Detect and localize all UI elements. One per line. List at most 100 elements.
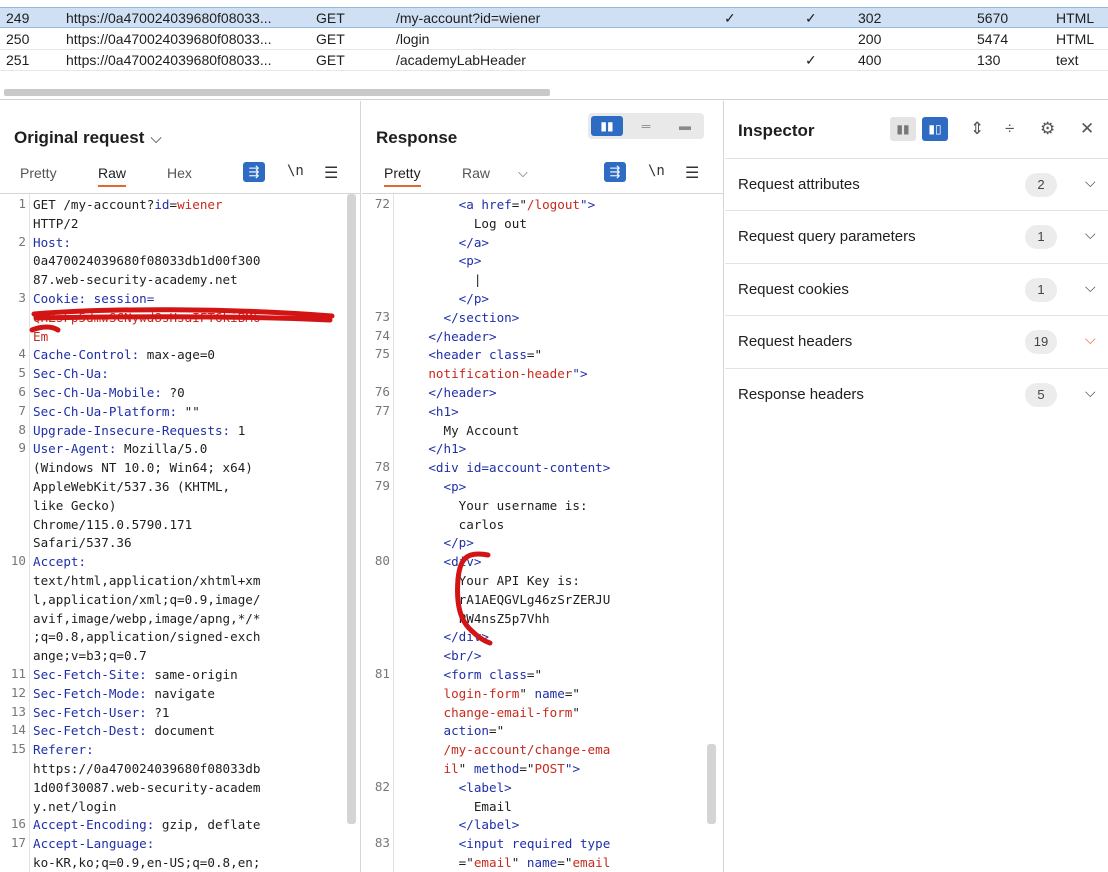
newline-icon[interactable]: \n <box>287 163 304 179</box>
code-line: Sec-Fetch-Dest: document <box>33 723 215 739</box>
section-label: Response headers <box>738 385 864 403</box>
line-number: 17 <box>10 835 26 851</box>
line-number: 81 <box>374 666 390 681</box>
cell-edited: ✓ <box>724 10 736 26</box>
cell-url: /my-account?id=wiener <box>396 10 541 26</box>
inspector-pane: Inspector ▮▮ ▮▯ ⇕ ÷ ⚙ ✕ Request attribut… <box>725 101 1108 872</box>
code-line: Accept-Encoding: gzip, deflate <box>33 817 261 833</box>
code-line: </section> <box>398 309 520 325</box>
table-row[interactable]: 249 https://0a470024039680f08033... GET/my… <box>0 7 1108 28</box>
code-line: <div id=account-content> <box>398 460 611 476</box>
code-line: | <box>398 272 482 288</box>
request-scrollbar[interactable] <box>347 194 356 824</box>
code-line: 87.web-security-academy.net <box>33 272 238 288</box>
inspector-section-response-headers[interactable]: Response headers 5 ⌵ <box>725 367 1108 420</box>
section-label: Request cookies <box>738 280 849 298</box>
inspector-title: Inspector <box>738 121 815 140</box>
chevron-down-icon[interactable]: ⌵ <box>1085 279 1096 296</box>
layout-toggle: ▮▮ ═ ▬ <box>588 113 704 139</box>
single-layout-icon[interactable]: ▬ <box>669 116 701 136</box>
horizontal-layout-icon[interactable]: ═ <box>630 116 662 136</box>
code-line: <a href="/logout"> <box>398 197 596 212</box>
tab-raw[interactable]: Raw <box>462 165 490 181</box>
menu-icon[interactable]: ☰ <box>324 163 338 183</box>
inspector-section-request-cookies[interactable]: Request cookies 1 ⌵ <box>725 262 1108 315</box>
cell-url: /login <box>396 30 430 47</box>
code-line: HTTP/2 <box>33 215 79 231</box>
menu-icon[interactable]: ☰ <box>685 163 699 183</box>
tab-raw[interactable]: Raw <box>98 165 127 187</box>
split-layout-icon[interactable]: ▮▮ <box>591 116 623 136</box>
cell-method: GET <box>316 10 345 26</box>
response-pane: Response ▮▮ ═ ▬ Pretty Raw ⌵ ⇶ \n ☰ 72 <… <box>362 101 724 872</box>
line-number: 78 <box>374 459 390 475</box>
line-number: 4 <box>18 346 26 362</box>
chevron-down-icon[interactable]: ⌵ <box>1085 226 1096 243</box>
tab-hex[interactable]: Hex <box>167 165 192 181</box>
code-line: Sec-Ch-Ua: <box>33 366 109 382</box>
code-line: il" method="POST"> <box>398 761 581 776</box>
response-editor[interactable]: 72 <a href="/logout"> Log out </a> <p> |… <box>362 193 723 872</box>
code-line: y.net/login <box>33 798 117 814</box>
expand-icon[interactable]: ⇕ <box>970 119 984 139</box>
inspector-section-request-attributes[interactable]: Request attributes 2 ⌵ <box>725 158 1108 210</box>
redaction-mark <box>29 307 335 333</box>
line-number: 3 <box>18 290 26 305</box>
line-number: 6 <box>18 384 26 399</box>
code-line: <br/> <box>398 648 482 664</box>
inspector-section-request-headers[interactable]: Request headers 19 ⌵ <box>725 315 1108 367</box>
code-line: AppleWebKit/537.36 (KHTML, <box>33 479 231 494</box>
chevron-down-icon[interactable]: ⌵ <box>1085 384 1096 401</box>
chevron-down-icon[interactable]: ⌵ <box>1085 174 1096 191</box>
code-line: ange;v=b3;q=0.7 <box>33 648 147 664</box>
code-line: Sec-Ch-Ua-Platform: "" <box>33 403 200 419</box>
response-scrollbar[interactable] <box>707 744 716 824</box>
code-line: <label> <box>398 779 512 795</box>
panel-layout-icon[interactable]: ▮▯ <box>922 117 948 141</box>
request-pane-title[interactable]: Original request ⌵ <box>14 128 162 148</box>
chevron-down-icon[interactable]: ⌵ <box>1085 331 1096 348</box>
line-number: 8 <box>18 421 26 437</box>
wrap-icon[interactable]: ⇶ <box>243 162 265 182</box>
code-line: 0a470024039680f08033db1d00f300 <box>33 253 261 269</box>
chevron-down-icon[interactable]: ⌵ <box>518 165 528 181</box>
line-number: 76 <box>374 384 390 399</box>
code-line: <p> <box>398 253 482 269</box>
line-number: 80 <box>374 553 390 569</box>
line-number: 75 <box>374 346 390 362</box>
code-line: Cache-Control: max-age=0 <box>33 347 215 363</box>
code-line: ;q=0.8,application/signed-exch <box>33 629 261 645</box>
code-line: </p> <box>398 291 489 306</box>
line-number: 12 <box>10 684 26 700</box>
line-number: 7 <box>18 402 26 418</box>
horizontal-scrollbar[interactable] <box>4 89 550 96</box>
newline-icon[interactable]: \n <box>648 163 665 179</box>
code-line: Sec-Fetch-Site: same-origin <box>33 667 238 682</box>
request-editor[interactable]: 1 GET /my-account?id=wiener HTTP/2 2 Host: 0a… <box>0 193 360 872</box>
code-line: GET /my-account?id=wiener <box>33 197 223 212</box>
count-badge: 1 <box>1025 277 1057 302</box>
code-line: Sec-Ch-Ua-Mobile: ?0 <box>33 385 185 400</box>
code-line: </header> <box>398 328 497 344</box>
code-line: </label> <box>398 817 520 833</box>
inspector-section-request-query-parameters[interactable]: Request query parameters 1 ⌵ <box>725 210 1108 262</box>
code-line: avif,image/webp,image/apng,*/* <box>33 610 261 626</box>
tab-pretty[interactable]: Pretty <box>20 165 57 181</box>
cell-params: ✓ <box>805 10 817 26</box>
close-icon[interactable]: ✕ <box>1080 119 1094 139</box>
line-number: 1 <box>18 196 26 211</box>
table-row[interactable]: 251 https://0a470024039680f08033... GET/ac… <box>0 50 1108 71</box>
sliders-icon[interactable]: ▮▮ <box>890 117 916 141</box>
line-number: 5 <box>18 365 26 381</box>
gear-icon[interactable]: ⚙ <box>1040 119 1055 139</box>
cell-method: GET <box>316 52 345 68</box>
code-line: Email <box>398 798 512 814</box>
collapse-icon[interactable]: ÷ <box>1005 119 1014 139</box>
wrap-icon[interactable]: ⇶ <box>604 162 626 182</box>
code-line: <form class=" <box>398 667 543 682</box>
table-row[interactable]: 250 https://0a470024039680f08033... GET/lo… <box>0 29 1108 50</box>
code-line: User-Agent: Mozilla/5.0 <box>33 441 208 457</box>
chevron-down-icon[interactable]: ⌵ <box>150 130 161 147</box>
tab-pretty[interactable]: Pretty <box>384 165 421 187</box>
code-line: Safari/537.36 <box>33 535 132 551</box>
